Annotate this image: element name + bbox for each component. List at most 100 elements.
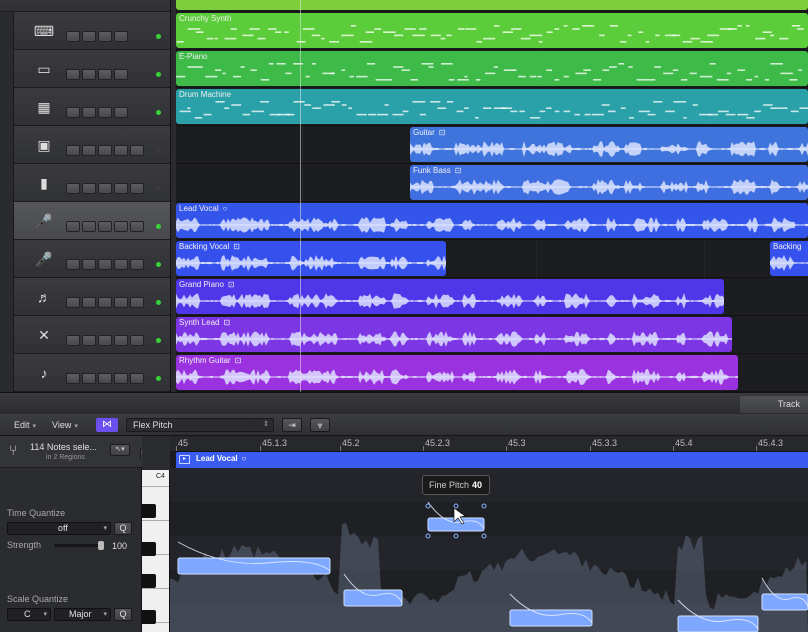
track-header-8[interactable]: ✕	[0, 316, 170, 354]
track-btn-input[interactable]	[130, 373, 144, 384]
track-btn-solo[interactable]	[82, 335, 96, 346]
note-handle[interactable]	[481, 503, 487, 509]
time-quantize-q-button[interactable]: Q	[114, 522, 132, 535]
track-header-7[interactable]: ♬	[0, 278, 170, 316]
track-btn-freeze[interactable]	[98, 373, 112, 384]
region-e-piano[interactable]: E-Piano	[176, 51, 808, 86]
region-drum-machine[interactable]: Drum Machine	[176, 89, 808, 124]
track-btn-record[interactable]	[114, 31, 128, 42]
black-key[interactable]	[142, 610, 156, 624]
track-btn-mute[interactable]	[66, 335, 80, 346]
scale-type-select[interactable]: Major ▾	[54, 608, 111, 621]
editor-divider-bar[interactable]: Track	[0, 392, 808, 414]
region-backing-vocal[interactable]: Backing Vocal ⊡	[176, 241, 446, 276]
track-btn-freeze[interactable]	[98, 259, 112, 270]
track-btn-freeze[interactable]	[98, 107, 112, 118]
track-header-partial[interactable]	[0, 0, 170, 12]
track-lane-9[interactable]: Rhythm Guitar ⊡	[176, 354, 808, 392]
track-btn-record[interactable]	[114, 69, 128, 80]
track-btn-freeze[interactable]	[98, 145, 112, 156]
track-btn-solo[interactable]	[82, 221, 96, 232]
track-header-3[interactable]: ▣	[0, 126, 170, 164]
track-btn-mute[interactable]	[66, 107, 80, 118]
track-btn-solo[interactable]	[82, 107, 96, 118]
region-synth-lead[interactable]: Synth Lead ⊡	[176, 317, 732, 352]
track-btn-record[interactable]	[114, 335, 128, 346]
track-btn-mute[interactable]	[66, 31, 80, 42]
scale-key-select[interactable]: C ▾	[7, 608, 51, 621]
region-partial[interactable]	[176, 0, 808, 10]
track-btn-record[interactable]	[114, 259, 128, 270]
track-btn-solo[interactable]	[82, 373, 96, 384]
pitch-note[interactable]	[343, 589, 403, 607]
catch-playhead-button[interactable]: ⇥	[282, 418, 302, 432]
pitch-note[interactable]	[761, 593, 808, 611]
region-backing[interactable]: Backing	[770, 241, 808, 276]
track-lane-partial[interactable]	[176, 0, 808, 12]
track-btn-record[interactable]	[114, 221, 128, 232]
track-lane-7[interactable]: Grand Piano ⊡	[176, 278, 808, 316]
edit-menu[interactable]: Edit ▾	[10, 418, 40, 432]
track-lane-3[interactable]: Guitar ⊡	[176, 126, 808, 164]
piano-keyboard[interactable]	[142, 470, 170, 632]
flex-mode-icon[interactable]: ⋈	[96, 418, 118, 432]
track-btn-input[interactable]	[130, 221, 144, 232]
track-header-6[interactable]: 🎤	[0, 240, 170, 278]
strength-slider-knob[interactable]	[98, 541, 104, 550]
pitch-note[interactable]	[677, 615, 759, 632]
track-btn-mute[interactable]	[66, 259, 80, 270]
note-handle[interactable]	[425, 503, 431, 509]
track-btn-record[interactable]	[114, 297, 128, 308]
track-header-0[interactable]: ⌨	[0, 12, 170, 50]
track-btn-input[interactable]	[130, 259, 144, 270]
region-rhythm-guitar[interactable]: Rhythm Guitar ⊡	[176, 355, 738, 390]
view-menu[interactable]: View ▾	[48, 418, 82, 432]
region-lead-vocal[interactable]: Lead Vocal ○	[176, 203, 808, 238]
track-btn-mute[interactable]	[66, 373, 80, 384]
scale-quantize-q-button[interactable]: Q	[114, 608, 132, 621]
track-lane-1[interactable]: E-Piano	[176, 50, 808, 88]
inspector-options-button[interactable]: ↖▾	[110, 444, 130, 456]
track-lane-0[interactable]: Crunchy Synth	[176, 12, 808, 50]
track-btn-freeze[interactable]	[98, 31, 112, 42]
track-btn-freeze[interactable]	[98, 297, 112, 308]
pitch-note[interactable]	[509, 609, 593, 627]
track-btn-solo[interactable]	[82, 145, 96, 156]
track-btn-freeze[interactable]	[98, 335, 112, 346]
strength-slider[interactable]	[54, 544, 100, 547]
track-btn-solo[interactable]	[82, 183, 96, 194]
track-btn-mute[interactable]	[66, 221, 80, 232]
track-lane-6[interactable]: Backing Vocal ⊡ Backing	[176, 240, 808, 278]
track-btn-solo[interactable]	[82, 31, 96, 42]
region-guitar[interactable]: Guitar ⊡	[410, 127, 808, 162]
filter-button[interactable]: ⩔	[310, 418, 330, 432]
track-lane-2[interactable]: Drum Machine	[176, 88, 808, 126]
track-header-2[interactable]: ▦	[0, 88, 170, 126]
track-btn-mute[interactable]	[66, 297, 80, 308]
black-key[interactable]	[142, 542, 156, 556]
editor-ruler[interactable]: 45 45.1.3 45.2 45.2.3 45.3 45.3.3 45.4 45.4.3	[170, 436, 808, 452]
track-btn-mute[interactable]	[66, 183, 80, 194]
region-funk-bass[interactable]: Funk Bass ⊡	[410, 165, 808, 200]
time-quantize-select[interactable]: off ▾	[7, 522, 111, 535]
pitch-note[interactable]	[177, 557, 331, 575]
track-lane-4[interactable]: Funk Bass ⊡	[176, 164, 808, 202]
track-btn-record[interactable]	[114, 373, 128, 384]
black-key[interactable]	[142, 574, 156, 588]
track-header-1[interactable]: ▭	[0, 50, 170, 88]
track-tab[interactable]: Track	[740, 396, 808, 413]
track-btn-solo[interactable]	[82, 69, 96, 80]
track-btn-freeze[interactable]	[98, 69, 112, 80]
track-btn-freeze[interactable]	[98, 183, 112, 194]
flex-mode-select[interactable]: Flex Pitch ⇕	[126, 418, 274, 432]
editor-region-bar[interactable]: ▸ Lead Vocal ○	[176, 452, 808, 468]
track-btn-solo[interactable]	[82, 259, 96, 270]
track-header-4[interactable]: ▮	[0, 164, 170, 202]
track-btn-record[interactable]	[114, 107, 128, 118]
track-btn-mute[interactable]	[66, 145, 80, 156]
track-header-5[interactable]: 🎤	[0, 202, 170, 240]
track-btn-input[interactable]	[130, 145, 144, 156]
track-btn-record[interactable]	[114, 183, 128, 194]
track-lane-8[interactable]: Synth Lead ⊡	[176, 316, 808, 354]
track-header-9[interactable]: ♪	[0, 354, 170, 392]
